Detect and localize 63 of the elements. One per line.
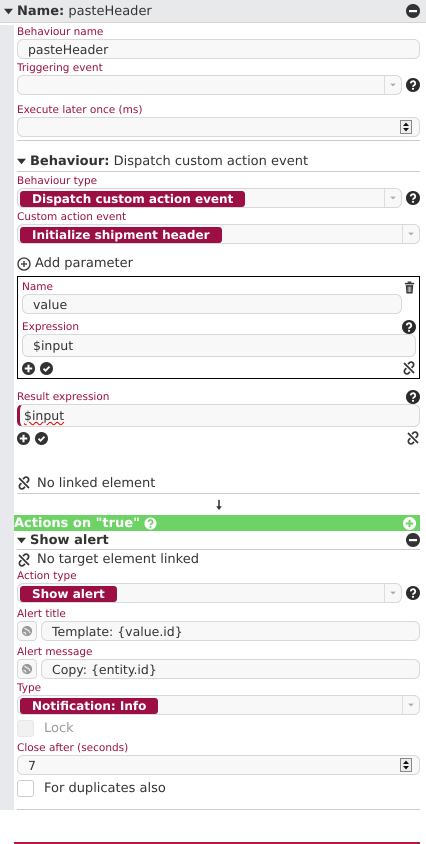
help-icon[interactable]: [402, 320, 416, 334]
number-field[interactable]: 7: [17, 755, 420, 775]
number-field[interactable]: [17, 117, 420, 137]
selected-tag: Initialize shipment header: [20, 226, 222, 242]
globe-icon: [21, 625, 33, 637]
caret-icon[interactable]: [17, 156, 26, 166]
trash-icon: [403, 280, 416, 294]
help-icon[interactable]: [406, 78, 420, 92]
field-label: Alert title: [17, 607, 67, 621]
selected-tag: Show alert: [20, 586, 117, 602]
field-label: Name: [22, 280, 53, 294]
field-label: Action type: [17, 569, 78, 583]
dropdown[interactable]: Dispatch custom action event: [17, 188, 402, 208]
checkbox[interactable]: [17, 780, 34, 797]
globe-icon: [21, 663, 33, 675]
globe-button[interactable]: [17, 621, 37, 641]
field-label: Close after (seconds): [17, 741, 130, 755]
selected-tag: Dispatch custom action event: [20, 190, 246, 206]
check-icon[interactable]: [40, 362, 53, 374]
caret-icon[interactable]: [4, 6, 13, 16]
check-icon[interactable]: [35, 432, 48, 444]
help-icon[interactable]: [406, 390, 420, 404]
field-label: Behaviour name: [17, 25, 104, 39]
selected-tag: Notification: Info: [20, 698, 158, 714]
spinner-icon: [399, 758, 413, 772]
section-title: Name: pasteHeader: [17, 4, 153, 18]
help-icon[interactable]: [406, 586, 420, 600]
globe-button[interactable]: [17, 659, 37, 679]
expression-field[interactable]: $input: [17, 404, 420, 427]
help-icon[interactable]: [406, 191, 420, 205]
field-label: Type: [17, 681, 42, 695]
field-label: Result expression: [17, 390, 110, 404]
checkbox-label: For duplicates also: [44, 781, 166, 796]
text-field[interactable]: Copy: {entity.id}: [41, 659, 420, 679]
field-label: Alert message: [17, 645, 94, 659]
text-field[interactable]: Template: {value.id}: [41, 621, 420, 641]
unlink-icon[interactable]: [17, 552, 31, 566]
action-title: Show alert: [30, 532, 110, 548]
field-label: Execute later once (ms): [17, 103, 144, 117]
field-label: Expression: [22, 320, 79, 334]
link-status: No target element linked: [37, 552, 199, 567]
dropdown[interactable]: Show alert: [17, 583, 402, 603]
dropdown[interactable]: Notification: Info: [17, 695, 420, 715]
add-parameter-button[interactable]: Add parameter: [17, 256, 420, 271]
unlink-icon[interactable]: [406, 431, 420, 445]
field-label: Behaviour type: [17, 174, 98, 188]
add-circle-icon: [17, 256, 31, 270]
caret-icon[interactable]: [17, 536, 26, 544]
link-status: No linked element: [37, 476, 156, 490]
unlink-icon: [17, 476, 31, 490]
text-field[interactable]: value: [22, 294, 402, 314]
subsection-title: Behaviour: Dispatch custom action event: [30, 154, 308, 168]
field-label: Custom action event: [17, 210, 128, 224]
collapse-icon[interactable]: [406, 533, 420, 547]
actions-title: Actions on "true": [14, 516, 140, 530]
collapse-icon[interactable]: [406, 4, 420, 18]
checkbox-label: Lock: [44, 721, 74, 736]
dropdown[interactable]: Initialize shipment header: [17, 224, 420, 244]
spinner-icon: [399, 120, 413, 134]
unlink-icon[interactable]: [402, 361, 416, 375]
field-label: Triggering event: [17, 61, 104, 75]
text-field[interactable]: pasteHeader: [17, 39, 420, 59]
expression-field[interactable]: $input: [22, 334, 416, 357]
